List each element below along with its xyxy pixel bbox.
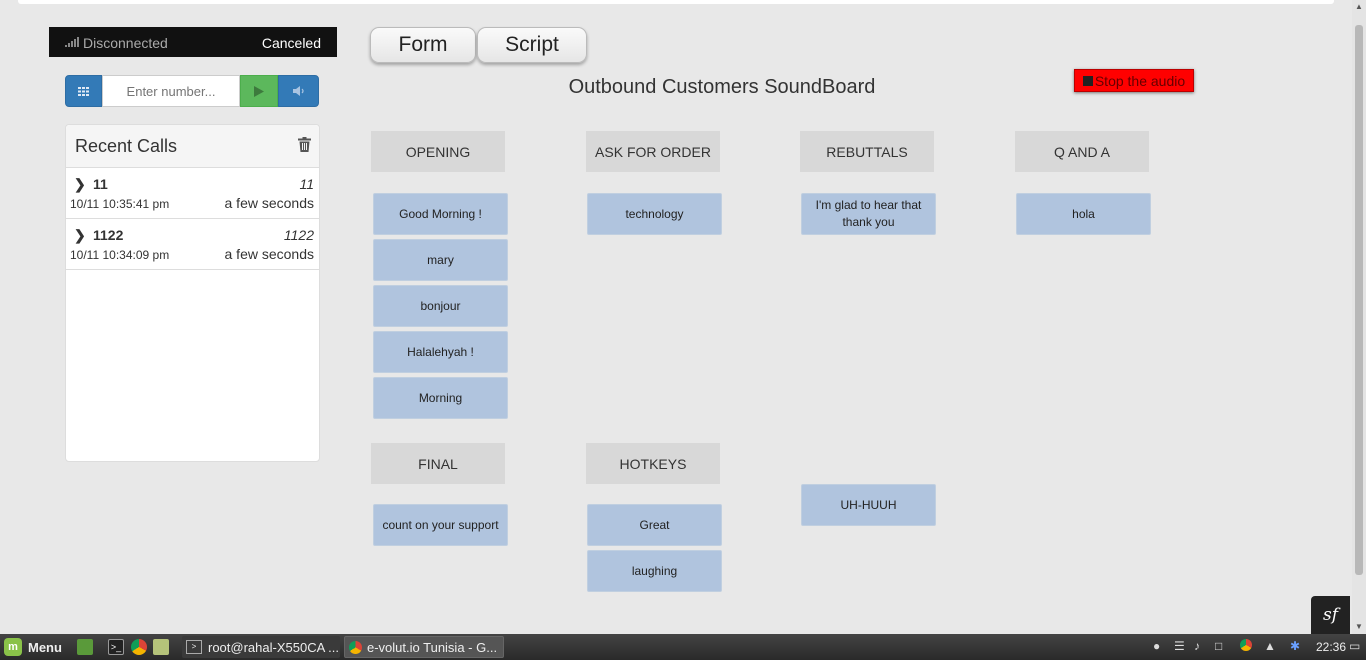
recent-calls-panel: Recent Calls ❯ 11 11 10/11 10:35:41 pm a… [65,124,320,462]
call-number-alt: 1122 [283,227,314,243]
scroll-up-icon[interactable]: ▲ [1352,2,1366,11]
call-ago: a few seconds [224,195,315,211]
category-ask-for-order: ASK FOR ORDER [586,131,720,172]
volume-icon [292,86,304,96]
category-rebuttals: REBUTTALS [800,131,934,172]
volume-button[interactable] [278,75,319,107]
folder-icon[interactable] [153,639,169,655]
bluetooth-icon[interactable]: ✱ [1290,639,1300,653]
scroll-thumb[interactable] [1355,25,1363,575]
dialpad-button[interactable] [65,75,102,107]
terminal-icon[interactable]: >_ [108,639,124,655]
sound-clip-button[interactable]: bonjour [373,285,508,327]
softphone-status-bar: Disconnected Canceled [49,27,337,57]
stop-icon [1082,75,1093,86]
recent-calls-header: Recent Calls [66,125,319,168]
stop-audio-label: Stop the audio [1094,72,1186,89]
recent-call-item[interactable]: ❯ 11 11 10/11 10:35:41 pm a few seconds [66,168,319,219]
scroll-down-icon[interactable]: ▼ [1352,622,1366,631]
sound-clip-button[interactable]: UH-HUUH [801,484,936,526]
call-number: 11 [93,176,108,192]
taskbar-window-label: e-volut.io Tunisia - G... [367,639,498,655]
signal-icon [65,36,79,47]
terminal-small-icon: > [186,640,202,654]
start-menu-button[interactable]: m Menu [4,638,62,656]
sound-clip-button[interactable]: Great [587,504,722,546]
taskbar-window-chrome[interactable]: e-volut.io Tunisia - G... [344,636,504,658]
volume-tray-icon[interactable]: ♪ [1194,639,1200,653]
category-opening: OPENING [371,131,505,172]
trash-icon[interactable] [298,137,311,152]
page-top-edge [18,0,1334,4]
sound-clip-button[interactable]: mary [373,239,508,281]
sound-clip-button[interactable]: I'm glad to hear that thank you [801,193,936,235]
chrome-small-icon [349,640,362,654]
sound-clip-button[interactable]: Good Morning ! [373,193,508,235]
recent-calls-title: Recent Calls [75,136,178,156]
sound-clip-button[interactable]: hola [1016,193,1151,235]
wifi-icon[interactable]: ☰ [1174,639,1185,653]
number-input[interactable] [102,75,240,107]
page-scrollbar[interactable]: ▲ ▼ [1352,0,1366,634]
category-q-and-a: Q AND A [1015,131,1149,172]
shield-icon[interactable]: ▲ [1264,639,1276,653]
sound-clip-button[interactable]: Morning [373,377,508,419]
category-hotkeys: HOTKEYS [586,443,720,484]
call-date: 10/11 10:34:09 pm [70,248,170,262]
tab-script[interactable]: Script [477,27,587,63]
sound-clip-button[interactable]: Halalehyah ! [373,331,508,373]
chevron-right-icon: ❯ [74,227,86,243]
clock: 22:36 [1315,640,1346,654]
sound-clip-button[interactable]: laughing [587,550,722,592]
play-icon [254,85,264,97]
chevron-right-icon: ❯ [74,176,86,192]
connection-status: Disconnected [83,35,168,51]
clipboard-icon[interactable]: □ [1215,639,1222,653]
recent-call-item[interactable]: ❯ 1122 1122 10/11 10:34:09 pm a few seco… [66,219,319,270]
mint-logo-icon: m [4,638,22,656]
os-taskbar: m Menu >_ > root@rahal-X550CA ... e-volu… [0,634,1366,660]
chrome-tray-icon[interactable] [1240,639,1252,651]
sound-clip-button[interactable]: count on your support [373,504,508,546]
call-date: 10/11 10:35:41 pm [70,197,170,211]
soundboard-title: Outbound Customers SoundBoard [568,76,876,98]
chrome-icon[interactable] [131,639,147,655]
stop-audio-button[interactable]: Stop the audio [1074,69,1194,92]
notification-icon[interactable]: ▭ [1349,639,1360,653]
call-number-alt: 11 [299,176,314,192]
grid-icon [78,86,89,96]
taskbar-window-terminal[interactable]: > root@rahal-X550CA ... [182,636,340,658]
tab-form[interactable]: Form [370,27,476,63]
call-number: 1122 [93,227,124,243]
call-ago: a few seconds [224,246,315,262]
category-final: FINAL [371,443,505,484]
taskbar-window-label: root@rahal-X550CA ... [208,639,339,655]
desktop-icon[interactable] [77,639,93,655]
menu-label: Menu [28,639,62,655]
call-button[interactable] [240,75,278,107]
call-state: Canceled [261,35,321,51]
sound-clip-button[interactable]: technology [587,193,722,235]
user-icon[interactable]: ● [1153,639,1160,653]
symfony-toolbar-icon[interactable]: sf [1311,596,1350,634]
